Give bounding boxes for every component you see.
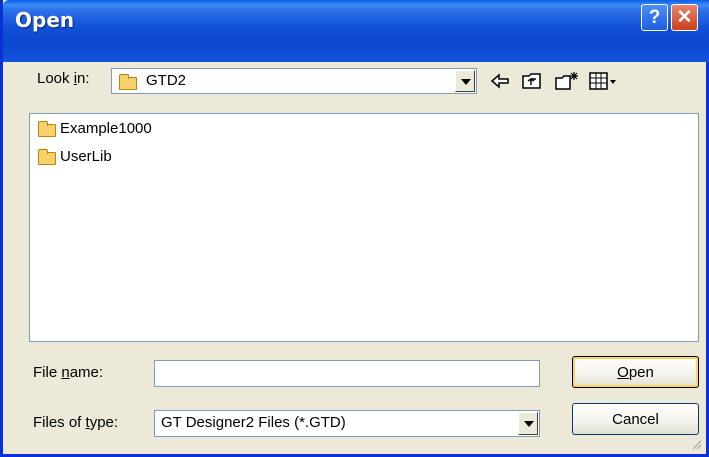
filetype-label: Files of type: — [33, 414, 118, 431]
lookin-label-prefix: Look — [37, 70, 74, 87]
resize-grip-icon[interactable] — [690, 438, 702, 450]
filetype-value: GT Designer2 Files (*.GTD) — [161, 414, 346, 431]
filetype-label-prefix: Files of — [33, 414, 86, 431]
filename-label: File name: — [33, 364, 103, 381]
open-button-rest: pen — [628, 363, 654, 381]
folder-icon — [38, 121, 56, 137]
lookin-dropdown[interactable]: GTD2 — [111, 68, 477, 94]
open-button[interactable]: Open — [572, 356, 699, 388]
cancel-button[interactable]: Cancel — [572, 403, 699, 435]
filetype-dropdown[interactable]: GT Designer2 Files (*.GTD) — [154, 410, 540, 437]
open-dialog: Open ? ✕ Look in: GTD2 Example1000 UserL… — [0, 0, 709, 457]
new-folder-icon[interactable] — [554, 70, 580, 92]
filename-label-access: n — [61, 364, 70, 381]
lookin-label-suffix: n: — [77, 70, 90, 87]
open-button-label: Open — [617, 364, 654, 381]
dialog-title: Open — [15, 8, 75, 32]
chevron-down-icon[interactable] — [455, 70, 475, 92]
up-folder-icon[interactable] — [521, 70, 543, 92]
view-menu-icon[interactable] — [588, 70, 618, 92]
list-item-label: UserLib — [60, 148, 112, 165]
filename-input[interactable] — [154, 360, 540, 387]
open-button-access: O — [617, 363, 629, 381]
filetype-label-suffix: ype: — [89, 414, 119, 431]
list-item-label: Example1000 — [60, 120, 152, 137]
lookin-label: Look in: — [37, 70, 90, 87]
back-arrow-icon[interactable] — [489, 70, 511, 92]
file-list[interactable]: Example1000 UserLib — [29, 113, 699, 342]
filename-label-suffix: ame: — [69, 364, 104, 381]
filename-label-prefix: File — [33, 364, 62, 381]
close-icon: ✕ — [676, 7, 693, 28]
help-button[interactable]: ? — [641, 4, 668, 31]
question-mark-icon: ? — [648, 6, 661, 28]
folder-icon — [119, 74, 137, 90]
folder-icon — [38, 149, 56, 165]
cancel-button-label: Cancel — [612, 410, 659, 428]
title-bar[interactable]: Open ? ✕ — [3, 0, 709, 62]
close-button[interactable]: ✕ — [671, 4, 698, 31]
lookin-value: GTD2 — [146, 72, 187, 89]
chevron-down-icon[interactable] — [518, 412, 538, 435]
